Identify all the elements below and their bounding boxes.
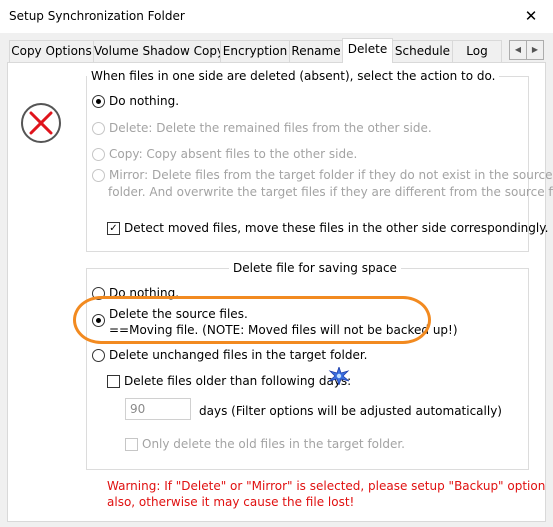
checkbox-label: Delete files older than following days:: [124, 374, 352, 388]
radio-label-cont: folder. And overwrite the target files i…: [108, 185, 553, 199]
radio-label: Delete unchanged files in the target fol…: [109, 348, 368, 362]
checkbox[interactable]: [125, 438, 138, 451]
tab-log[interactable]: Log: [452, 40, 502, 62]
radio-label: Delete: Delete the remained files from t…: [109, 121, 432, 135]
checkbox[interactable]: ✓: [107, 222, 120, 235]
title-bar: Setup Synchronization Folder ✕: [0, 0, 553, 33]
radio-delete-unchanged[interactable]: Delete unchanged files in the target fol…: [92, 348, 368, 362]
tab-rename[interactable]: Rename: [289, 40, 343, 62]
radio-label: Do nothing.: [109, 94, 180, 108]
checkbox-label: Detect moved files, move these files in …: [124, 221, 549, 235]
tab-volume-shadow-copy[interactable]: Volume Shadow Copy: [93, 40, 221, 62]
tab-copy-options[interactable]: Copy Options: [9, 40, 94, 62]
checkbox[interactable]: [107, 375, 120, 388]
close-icon[interactable]: ✕: [513, 3, 549, 29]
days-label: days (Filter options will be adjusted au…: [199, 404, 502, 418]
radio-button[interactable]: [92, 95, 105, 108]
radio-button[interactable]: [92, 169, 105, 182]
radio-button[interactable]: [92, 349, 105, 362]
radio-mirror[interactable]: Mirror: Delete files from the target fol…: [92, 168, 553, 199]
tab-encryption[interactable]: Encryption: [220, 40, 290, 62]
warning-text: Warning: If "Delete" or "Mirror" is sele…: [107, 478, 545, 510]
detect-moved-checkbox[interactable]: ✓ Detect moved files, move these files i…: [107, 221, 548, 235]
checkbox-label: Only delete the old files in the target …: [142, 437, 405, 451]
days-input[interactable]: 90: [125, 398, 191, 420]
only-old-checkbox[interactable]: Only delete the old files in the target …: [125, 437, 405, 451]
tab-schedule[interactable]: Schedule: [392, 40, 453, 62]
older-than-checkbox[interactable]: Delete files older than following days:: [107, 374, 351, 388]
tab-strip: Copy Options Volume Shadow Copy Encrypti…: [0, 38, 553, 63]
tab-scroll-right-icon[interactable]: ▶: [526, 40, 544, 60]
warning-line-1: Warning: If "Delete" or "Mirror" is sele…: [107, 479, 546, 493]
radio-delete-remained[interactable]: Delete: Delete the remained files from t…: [92, 121, 432, 135]
warning-line-2: also, otherwise it may cause the file lo…: [107, 495, 355, 509]
highlight-ellipse: [73, 296, 431, 344]
radio-button[interactable]: [92, 122, 105, 135]
radio-label: Mirror: Delete files from the target fol…: [109, 168, 553, 182]
tab-scroll-left-icon[interactable]: ◀: [509, 40, 527, 60]
radio-copy-absent[interactable]: Copy: Copy absent files to the other sid…: [92, 147, 357, 161]
group2-legend: Delete file for saving space: [233, 261, 397, 275]
radio-do-nothing-1[interactable]: Do nothing.: [92, 94, 179, 108]
tab-delete[interactable]: Delete: [342, 38, 393, 63]
group1-legend: When files in one side are deleted (abse…: [91, 69, 496, 83]
x-circle-icon: [19, 101, 63, 145]
radio-label: Copy: Copy absent files to the other sid…: [109, 147, 358, 161]
window-title: Setup Synchronization Folder: [9, 9, 185, 23]
radio-button[interactable]: [92, 148, 105, 161]
star-icon: [328, 365, 350, 388]
